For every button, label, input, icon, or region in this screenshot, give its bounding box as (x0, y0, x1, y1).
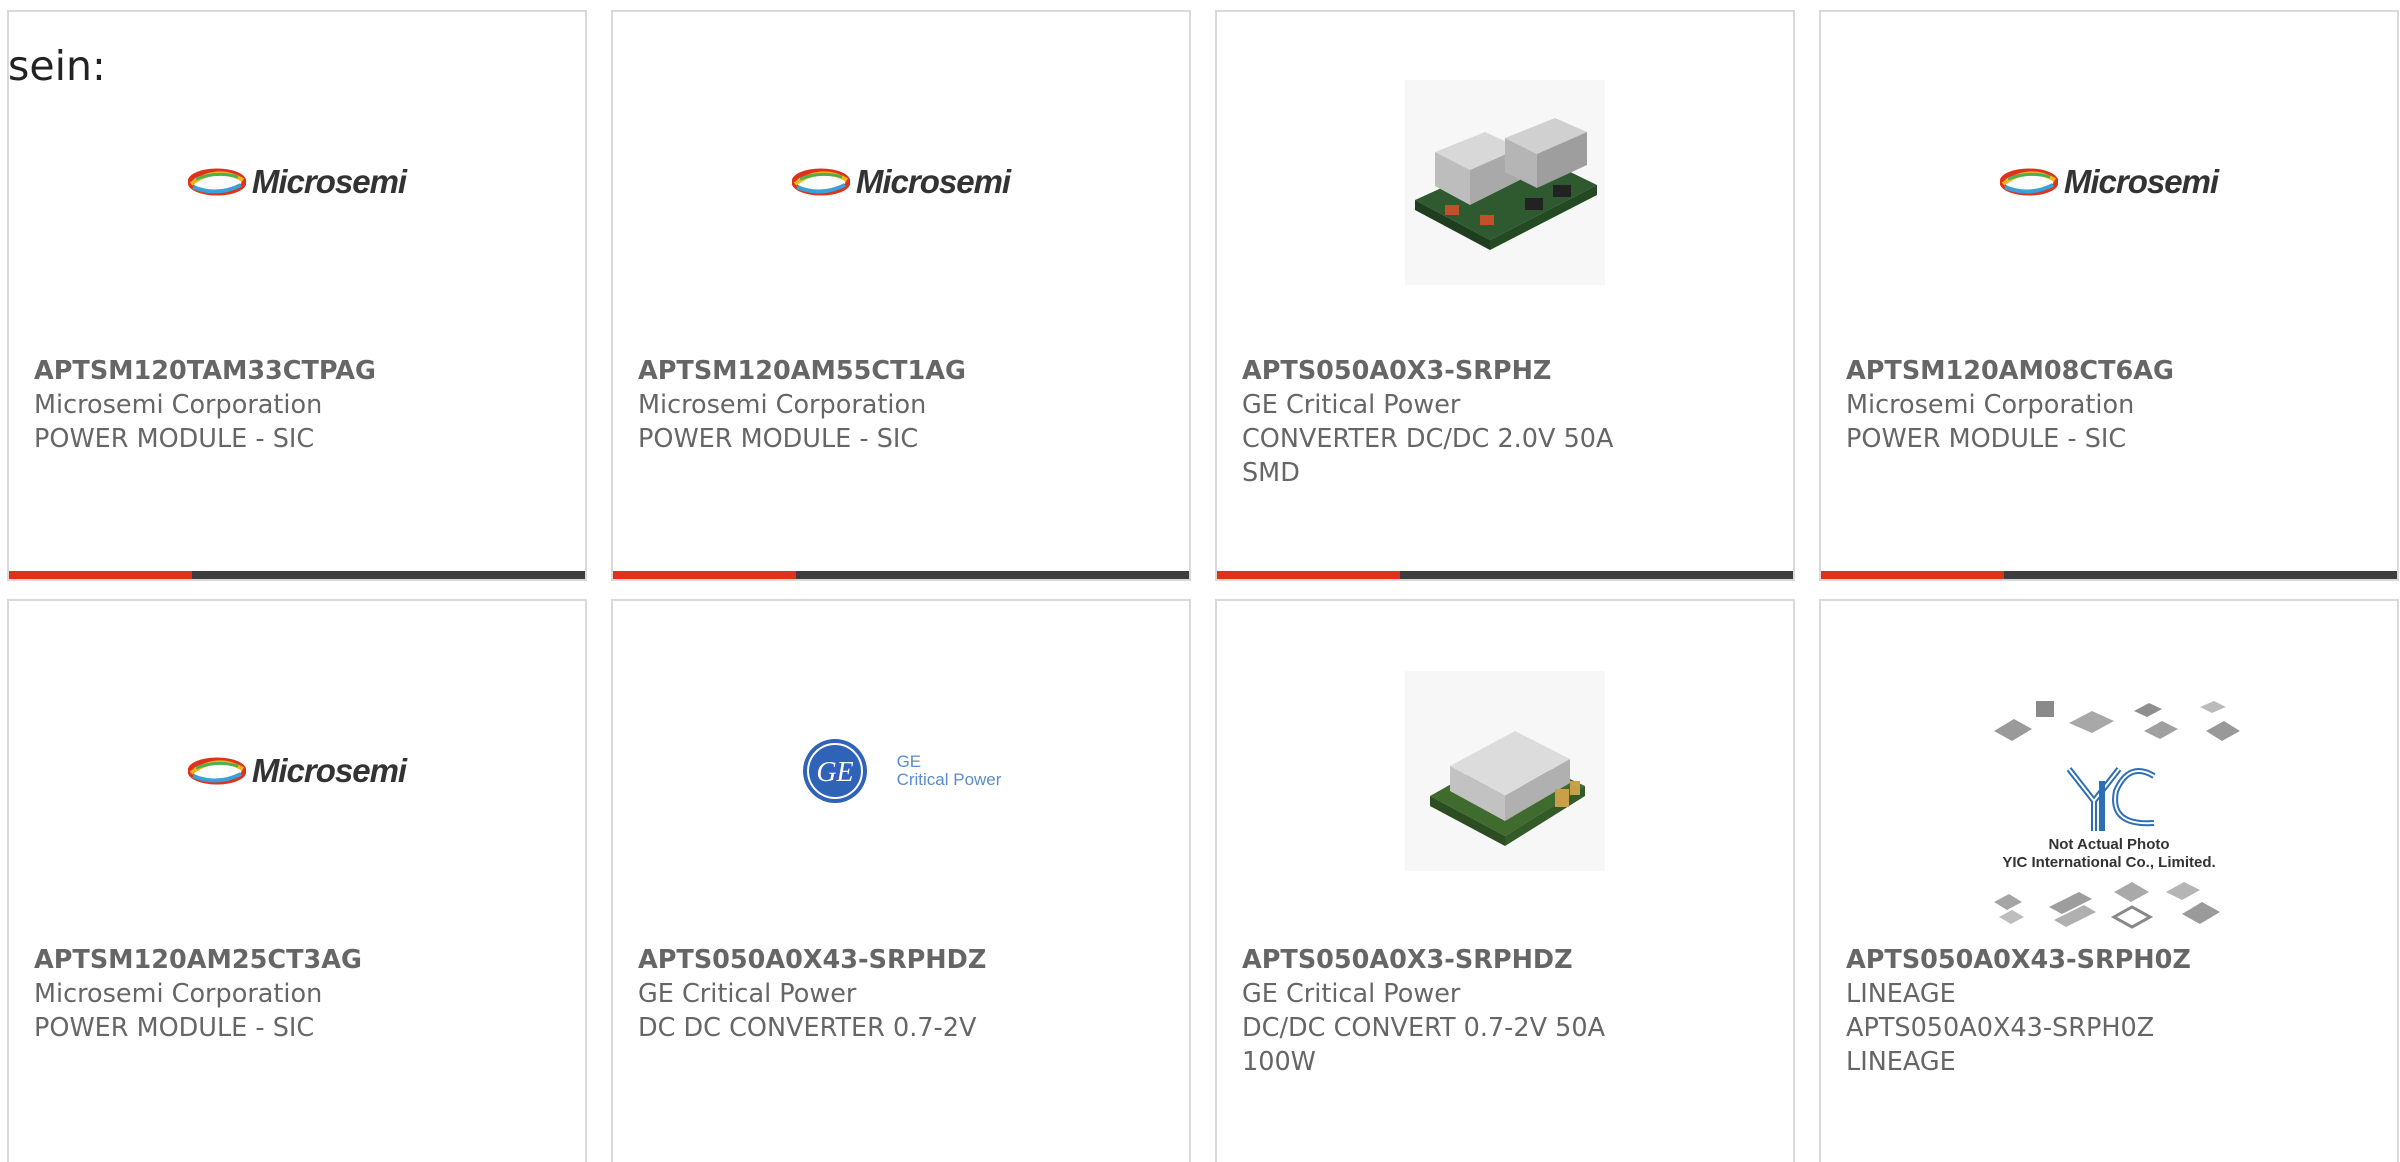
manufacturer: LINEAGE (1846, 979, 1956, 1009)
microsemi-logo-icon: Microsemi (1999, 163, 2219, 201)
manufacturer: GE Critical Power (1242, 390, 1461, 420)
product-card[interactable]: Microsemi APTSM120AM55CT1AG Microsemi Co… (611, 10, 1191, 581)
manufacturer: Microsemi Corporation (34, 979, 323, 1009)
part-number[interactable]: APTS050A0X43-SRPH0Z (1846, 943, 2377, 977)
card-bottom-bar (1217, 571, 1793, 579)
manufacturer: Microsemi Corporation (638, 390, 927, 420)
product-card[interactable]: APTS050A0X3-SRPHZ GE Critical Power CONV… (1215, 10, 1795, 581)
product-card[interactable]: Not Actual Photo YIC International Co., … (1819, 599, 2399, 1162)
microsemi-logo-icon: Microsemi (187, 752, 407, 790)
product-image[interactable]: GE GE Critical Power (613, 661, 1189, 881)
card-bottom-bar (9, 571, 585, 579)
product-image[interactable] (1217, 72, 1793, 292)
description: POWER MODULE - SIC (34, 424, 315, 454)
microsemi-logo-icon: Microsemi (187, 163, 407, 201)
product-image[interactable]: Microsemi (1821, 72, 2397, 292)
module-photo-icon (1405, 671, 1605, 871)
yic-placeholder-icon: Not Actual Photo YIC International Co., … (1974, 691, 2244, 932)
product-image[interactable] (1217, 661, 1793, 881)
svg-text:GE: GE (816, 757, 853, 788)
microsemi-logo-icon: Microsemi (791, 163, 1011, 201)
card-bottom-bar (1821, 571, 2397, 579)
product-card[interactable]: Microsemi APTSM120AM08CT6AG Microsemi Co… (1819, 10, 2399, 581)
description: APTS050A0X43-SRPH0Z LINEAGE (1846, 1013, 2155, 1077)
product-grid: Microsemi APTSM120TAM33CTPAG Microsemi C… (0, 0, 2400, 1162)
manufacturer: Microsemi Corporation (1846, 390, 2135, 420)
description: POWER MODULE - SIC (638, 424, 919, 454)
part-number[interactable]: APTSM120AM08CT6AG (1846, 354, 2377, 388)
product-card[interactable]: Microsemi APTSM120TAM33CTPAG Microsemi C… (7, 10, 587, 581)
card-bottom-bar (613, 571, 1189, 579)
converter-board-photo-icon (1405, 79, 1605, 285)
description: DC/DC CONVERT 0.7-2V 50A 100W (1242, 1013, 1606, 1077)
product-image[interactable]: Microsemi (9, 661, 585, 881)
manufacturer: GE Critical Power (638, 979, 857, 1009)
description: CONVERTER DC/DC 2.0V 50A SMD (1242, 424, 1614, 488)
intro-text: sein: (8, 42, 106, 90)
manufacturer: Microsemi Corporation (34, 390, 323, 420)
product-image[interactable]: Microsemi (9, 72, 585, 292)
product-card[interactable]: GE GE Critical Power APTS050A0X43-SRPHDZ… (611, 599, 1191, 1162)
product-card[interactable]: APTS050A0X3-SRPHDZ GE Critical Power DC/… (1215, 599, 1795, 1162)
part-number[interactable]: APTS050A0X3-SRPHZ (1242, 354, 1773, 388)
description: DC DC CONVERTER 0.7-2V (638, 1013, 977, 1043)
ge-critical-power-logo-icon: GE GE Critical Power (801, 737, 1001, 805)
description: POWER MODULE - SIC (34, 1013, 315, 1043)
part-number[interactable]: APTS050A0X3-SRPHDZ (1242, 943, 1773, 977)
product-image[interactable]: Microsemi (613, 72, 1189, 292)
manufacturer: GE Critical Power (1242, 979, 1461, 1009)
part-number[interactable]: APTS050A0X43-SRPHDZ (638, 943, 1169, 977)
part-number[interactable]: APTSM120TAM33CTPAG (34, 354, 565, 388)
part-number[interactable]: APTSM120AM25CT3AG (34, 943, 565, 977)
description: POWER MODULE - SIC (1846, 424, 2127, 454)
part-number[interactable]: APTSM120AM55CT1AG (638, 354, 1169, 388)
product-card[interactable]: Microsemi APTSM120AM25CT3AG Microsemi Co… (7, 599, 587, 1162)
product-image[interactable]: Not Actual Photo YIC International Co., … (1821, 691, 2397, 931)
